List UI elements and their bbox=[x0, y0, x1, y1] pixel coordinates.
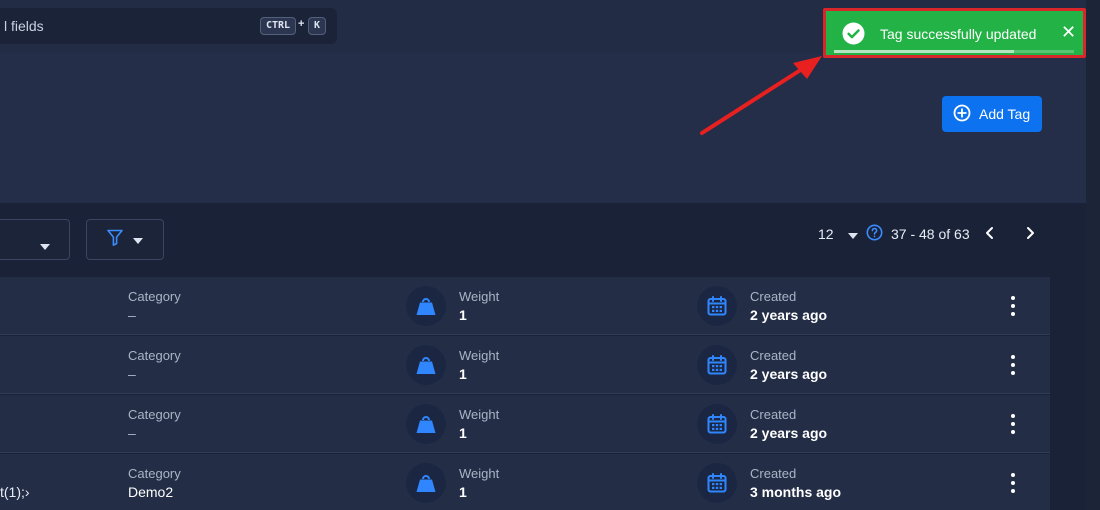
chevron-down-icon bbox=[40, 237, 50, 255]
close-icon[interactable]: ✕ bbox=[1061, 23, 1076, 41]
help-icon[interactable] bbox=[866, 224, 883, 244]
weight-value: 1 bbox=[459, 307, 467, 323]
global-search[interactable]: l fields CTRL + K bbox=[0, 8, 337, 44]
calendar-icon bbox=[697, 286, 737, 326]
calendar-icon bbox=[697, 404, 737, 444]
per-page-select[interactable]: 12 bbox=[818, 224, 858, 244]
check-circle-icon bbox=[842, 22, 865, 50]
category-label: Category bbox=[128, 466, 181, 481]
table-row[interactable]: Category – Weight 1 Created 2 years ago bbox=[0, 277, 1050, 335]
created-value: 3 months ago bbox=[750, 484, 842, 500]
add-tag-button[interactable]: Add Tag bbox=[942, 96, 1042, 132]
category-value: – bbox=[128, 425, 136, 441]
chevron-right-icon bbox=[1024, 226, 1036, 243]
weight-icon bbox=[406, 345, 446, 385]
weight-label: Weight bbox=[459, 348, 500, 363]
toast-progress-bar bbox=[834, 50, 1014, 53]
plus-circle-icon bbox=[953, 104, 971, 125]
table-row[interactable]: Category – Weight 1 Created 2 years ago bbox=[0, 336, 1050, 394]
weight-label: Weight bbox=[459, 466, 500, 481]
weight-icon bbox=[406, 404, 446, 444]
more-vertical-icon[interactable] bbox=[1005, 414, 1021, 434]
table-row[interactable]: t(1);› Category Demo2 Weight 1 Created 3 month… bbox=[0, 454, 1050, 510]
view-select[interactable] bbox=[0, 219, 70, 260]
chevron-down-icon bbox=[133, 231, 143, 249]
chevron-left-icon bbox=[984, 226, 996, 243]
toast-progress-track bbox=[834, 50, 1074, 53]
created-label: Created bbox=[750, 407, 797, 422]
created-value: 2 years ago bbox=[750, 307, 828, 323]
created-value: 2 years ago bbox=[750, 366, 828, 382]
shortcut-plus: + bbox=[298, 18, 305, 30]
pagination-info: 37 - 48 of 63 bbox=[866, 224, 970, 244]
category-label: Category bbox=[128, 348, 181, 363]
calendar-icon bbox=[697, 345, 737, 385]
shortcut-k-key: K bbox=[308, 17, 327, 35]
more-vertical-icon[interactable] bbox=[1005, 296, 1021, 316]
weight-icon bbox=[406, 286, 446, 326]
toast-message: Tag successfully updated bbox=[880, 26, 1037, 42]
per-page-value: 12 bbox=[818, 226, 834, 242]
more-vertical-icon[interactable] bbox=[1005, 473, 1021, 493]
filter-icon bbox=[107, 229, 123, 251]
category-value: Demo2 bbox=[128, 484, 174, 500]
prev-page-button[interactable] bbox=[984, 224, 996, 244]
chevron-down-icon bbox=[847, 226, 858, 242]
shortcut-ctrl-key: CTRL bbox=[260, 17, 297, 35]
annotation-arrow bbox=[700, 56, 822, 135]
page-header bbox=[0, 53, 1100, 203]
calendar-icon bbox=[697, 463, 737, 503]
weight-icon bbox=[406, 463, 446, 503]
search-placeholder: l fields bbox=[4, 18, 44, 34]
weight-label: Weight bbox=[459, 407, 500, 422]
category-value: – bbox=[128, 307, 136, 323]
scrollbar-track[interactable] bbox=[1086, 0, 1100, 510]
weight-value: 1 bbox=[459, 366, 467, 382]
created-label: Created bbox=[750, 348, 797, 363]
category-value: – bbox=[128, 366, 136, 382]
next-page-button[interactable] bbox=[1024, 224, 1036, 244]
success-toast: Tag successfully updated ✕ bbox=[823, 8, 1086, 58]
created-label: Created bbox=[750, 466, 797, 481]
weight-value: 1 bbox=[459, 425, 467, 441]
tag-name: t(1);› bbox=[0, 484, 30, 500]
category-label: Category bbox=[128, 407, 181, 422]
weight-value: 1 bbox=[459, 484, 467, 500]
category-label: Category bbox=[128, 289, 181, 304]
pagination-range: 37 - 48 of 63 bbox=[891, 226, 970, 242]
table-row[interactable]: Category – Weight 1 Created 2 years ago bbox=[0, 395, 1050, 453]
add-tag-label: Add Tag bbox=[979, 106, 1031, 122]
filter-button[interactable] bbox=[86, 219, 164, 260]
created-value: 2 years ago bbox=[750, 425, 828, 441]
created-label: Created bbox=[750, 289, 797, 304]
more-vertical-icon[interactable] bbox=[1005, 355, 1021, 375]
weight-label: Weight bbox=[459, 289, 500, 304]
